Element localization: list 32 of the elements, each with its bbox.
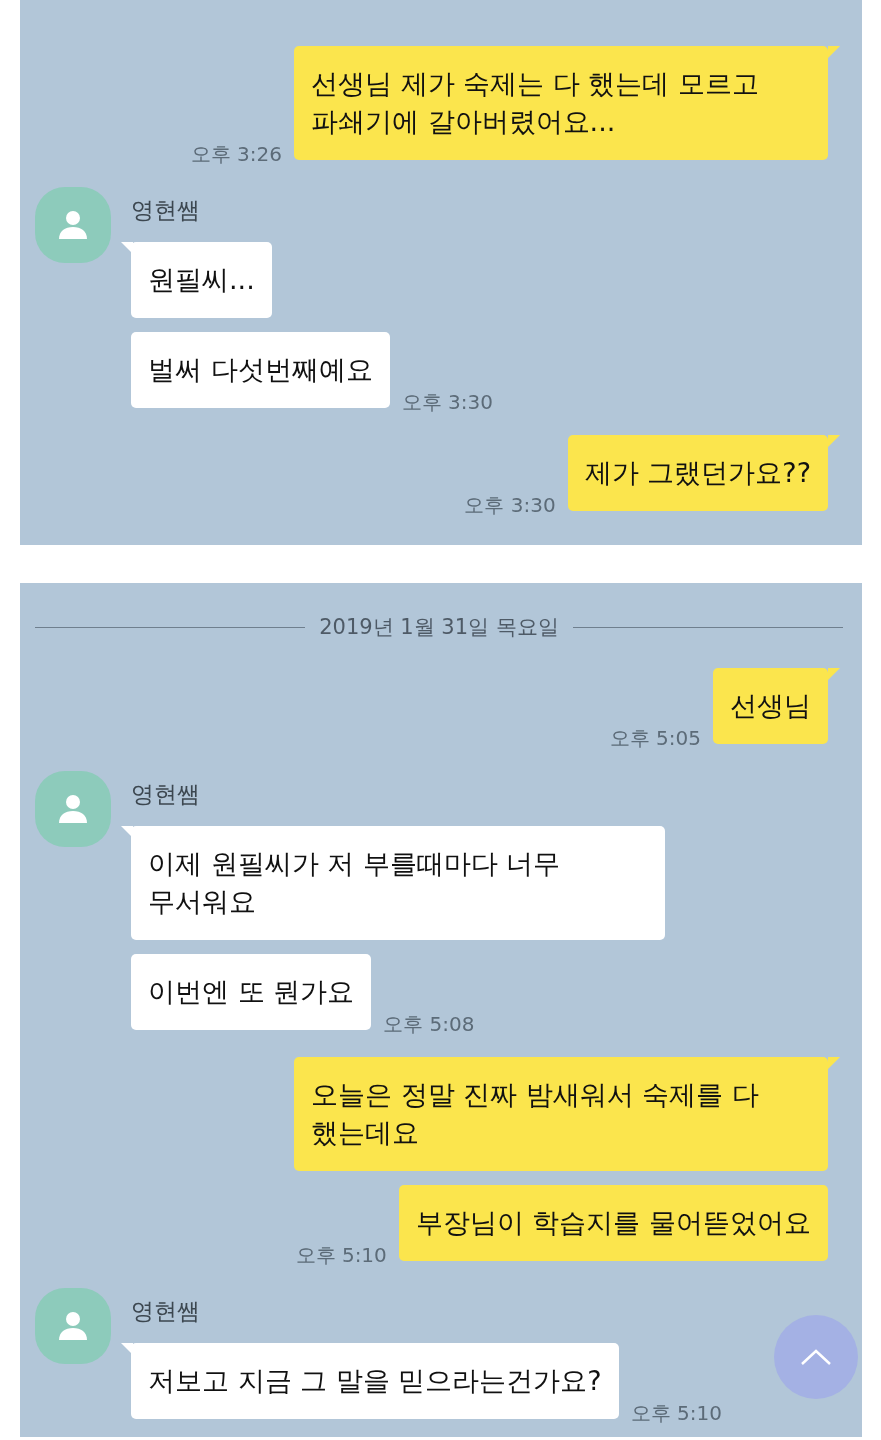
message-bubble: 오늘은 정말 진짜 밤새워서 숙제를 다 했는데요 [294,1057,828,1171]
bubble-tail [828,435,840,447]
avatar-icon[interactable] [35,1288,111,1364]
bubble-tail [828,46,840,58]
chevron-up-icon [799,1347,833,1367]
message-bubble: 이번엔 또 뭔가요 [131,954,372,1030]
bubble-tail [121,242,133,254]
bubble-tail [828,668,840,680]
message-time: 오후 5:08 [383,1011,475,1038]
avatar-icon[interactable] [35,771,111,847]
message-bubble: 선생님 [713,668,828,744]
message-bubble: 부장님이 학습지를 물어뜯었어요 [398,1185,828,1261]
message-bubble: 저보고 지금 그 말을 믿으라는건가요? [131,1343,619,1419]
message-time: 오후 5:05 [609,725,701,752]
message-time: 오후 3:30 [401,389,493,416]
message-bubble: 벌써 다섯번째예요 [131,332,390,408]
message-bubble: 제가 그랬던가요?? [567,435,828,511]
message-bubble: 이제 원필씨가 저 부를때마다 너무 무서워요 [131,826,665,940]
message-bubble: 원필씨... [131,242,272,318]
sender-name: 영현쌤 [131,196,201,225]
avatar-icon[interactable] [35,187,111,263]
sender-name: 영현쌤 [131,1297,201,1326]
bubble-tail [828,1057,840,1069]
bubble-tail [121,1343,133,1355]
message-time: 오후 5:10 [295,1242,387,1269]
message-time: 오후 5:10 [630,1400,722,1427]
message-time: 오후 3:30 [464,492,556,519]
bubble-tail [121,826,133,838]
sender-name: 영현쌤 [131,780,201,809]
date-divider: 2019년 1월 31일 목요일 [319,614,559,641]
message-time: 오후 3:26 [190,141,282,168]
message-bubble: 선생님 제가 숙제는 다 했는데 모르고 파쇄기에 갈아버렸어요... [294,46,828,160]
